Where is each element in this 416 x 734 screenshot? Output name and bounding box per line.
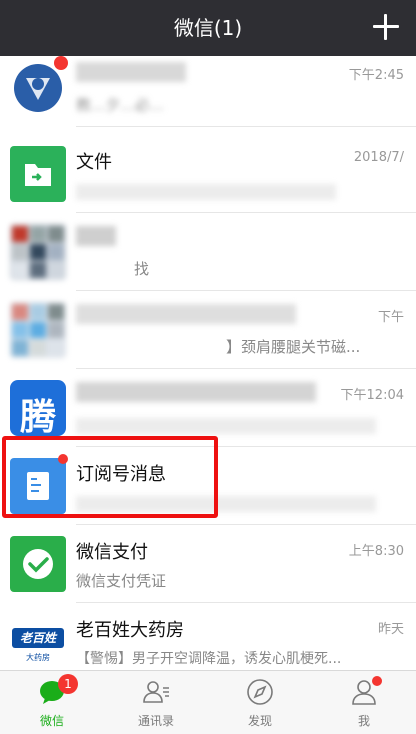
row-divider xyxy=(76,126,416,127)
unread-dot xyxy=(54,56,68,70)
chat-name xyxy=(76,382,316,402)
chat-name xyxy=(76,62,186,82)
chat-preview: 【警惕】男子开空调降温，诱发心肌梗死... xyxy=(76,651,342,667)
tab-me[interactable]: 我 xyxy=(312,671,416,734)
row-divider xyxy=(76,602,416,603)
chat-preview: 微信支付凭证 xyxy=(76,572,167,590)
green-folder-icon xyxy=(10,146,66,202)
chat-name xyxy=(76,226,116,246)
unread-badge: 1 xyxy=(58,674,78,694)
contacts-icon xyxy=(143,681,169,703)
chat-row[interactable]: 】颈肩腰腿关节磁... 下午 xyxy=(0,292,416,369)
row-divider xyxy=(76,290,416,291)
tab-label: 通讯录 xyxy=(137,714,174,728)
tab-contacts[interactable]: 通讯录 xyxy=(104,671,208,734)
pharmacy-logo-sub: 大药房 xyxy=(26,653,50,662)
tab-label: 发现 xyxy=(247,714,272,728)
chat-name: 微信支付 xyxy=(76,542,148,563)
peng-logo-text: 腾 xyxy=(19,397,56,436)
pharmacy-logo-text: 老百姓 xyxy=(12,628,64,648)
row-divider xyxy=(76,368,416,369)
page-title: 微信(1) xyxy=(173,16,243,40)
pharmacy-logo: 老百姓 大药房 xyxy=(10,614,66,670)
chat-name xyxy=(76,304,296,324)
tab-label: 微信 xyxy=(39,714,64,728)
notification-dot xyxy=(372,676,382,686)
chat-preview xyxy=(76,184,336,200)
row-divider xyxy=(76,212,416,213)
compass-icon xyxy=(247,679,273,705)
chat-row[interactable]: 教...夕...必... 下午2:45 xyxy=(0,56,416,127)
group-avatar xyxy=(10,224,66,280)
chat-time: 2018/7/ xyxy=(353,150,404,165)
chat-row[interactable]: 老百姓 大药房 老百姓大药房 【警惕】男子开空调降温，诱发心肌梗死... 昨天 xyxy=(0,604,416,670)
chat-row[interactable]: 微信支付 微信支付凭证 上午8:30 xyxy=(0,526,416,603)
chat-preview xyxy=(76,418,376,434)
chat-preview: 教...夕...必... xyxy=(76,96,164,114)
tab-discover[interactable]: 发现 xyxy=(208,671,312,734)
chat-name: 文件 xyxy=(76,152,112,173)
row-divider xyxy=(76,524,416,525)
chat-row[interactable]: 文件 2018/7/ xyxy=(0,136,416,213)
highlight-box xyxy=(2,436,218,518)
peng-logo: 腾 xyxy=(10,380,66,436)
chat-preview: 】颈肩腰腿关节磁... xyxy=(226,338,361,356)
chat-list[interactable]: 教...夕...必... 下午2:45 文件 2018/7/ 找 】颈肩腰腿关节… xyxy=(0,56,416,670)
chat-preview: 找 xyxy=(134,260,150,278)
chat-row[interactable]: 找 xyxy=(0,214,416,291)
chat-time: 下午12:04 xyxy=(340,388,404,403)
tab-label: 我 xyxy=(357,714,370,728)
chat-name: 老百姓大药房 xyxy=(76,620,184,641)
tab-chats[interactable]: 1 微信 xyxy=(0,671,104,734)
chat-time: 昨天 xyxy=(377,622,404,637)
tab-bar: 1 微信 通讯录 发现 我 xyxy=(0,670,416,734)
top-bar: 微信(1) xyxy=(0,0,416,56)
wechat-pay-icon xyxy=(10,536,66,592)
chat-time: 上午8:30 xyxy=(348,544,404,559)
chat-time: 下午2:45 xyxy=(348,68,404,83)
group-avatar xyxy=(10,302,66,358)
chat-time: 下午 xyxy=(377,310,404,325)
plus-icon[interactable] xyxy=(372,13,400,41)
